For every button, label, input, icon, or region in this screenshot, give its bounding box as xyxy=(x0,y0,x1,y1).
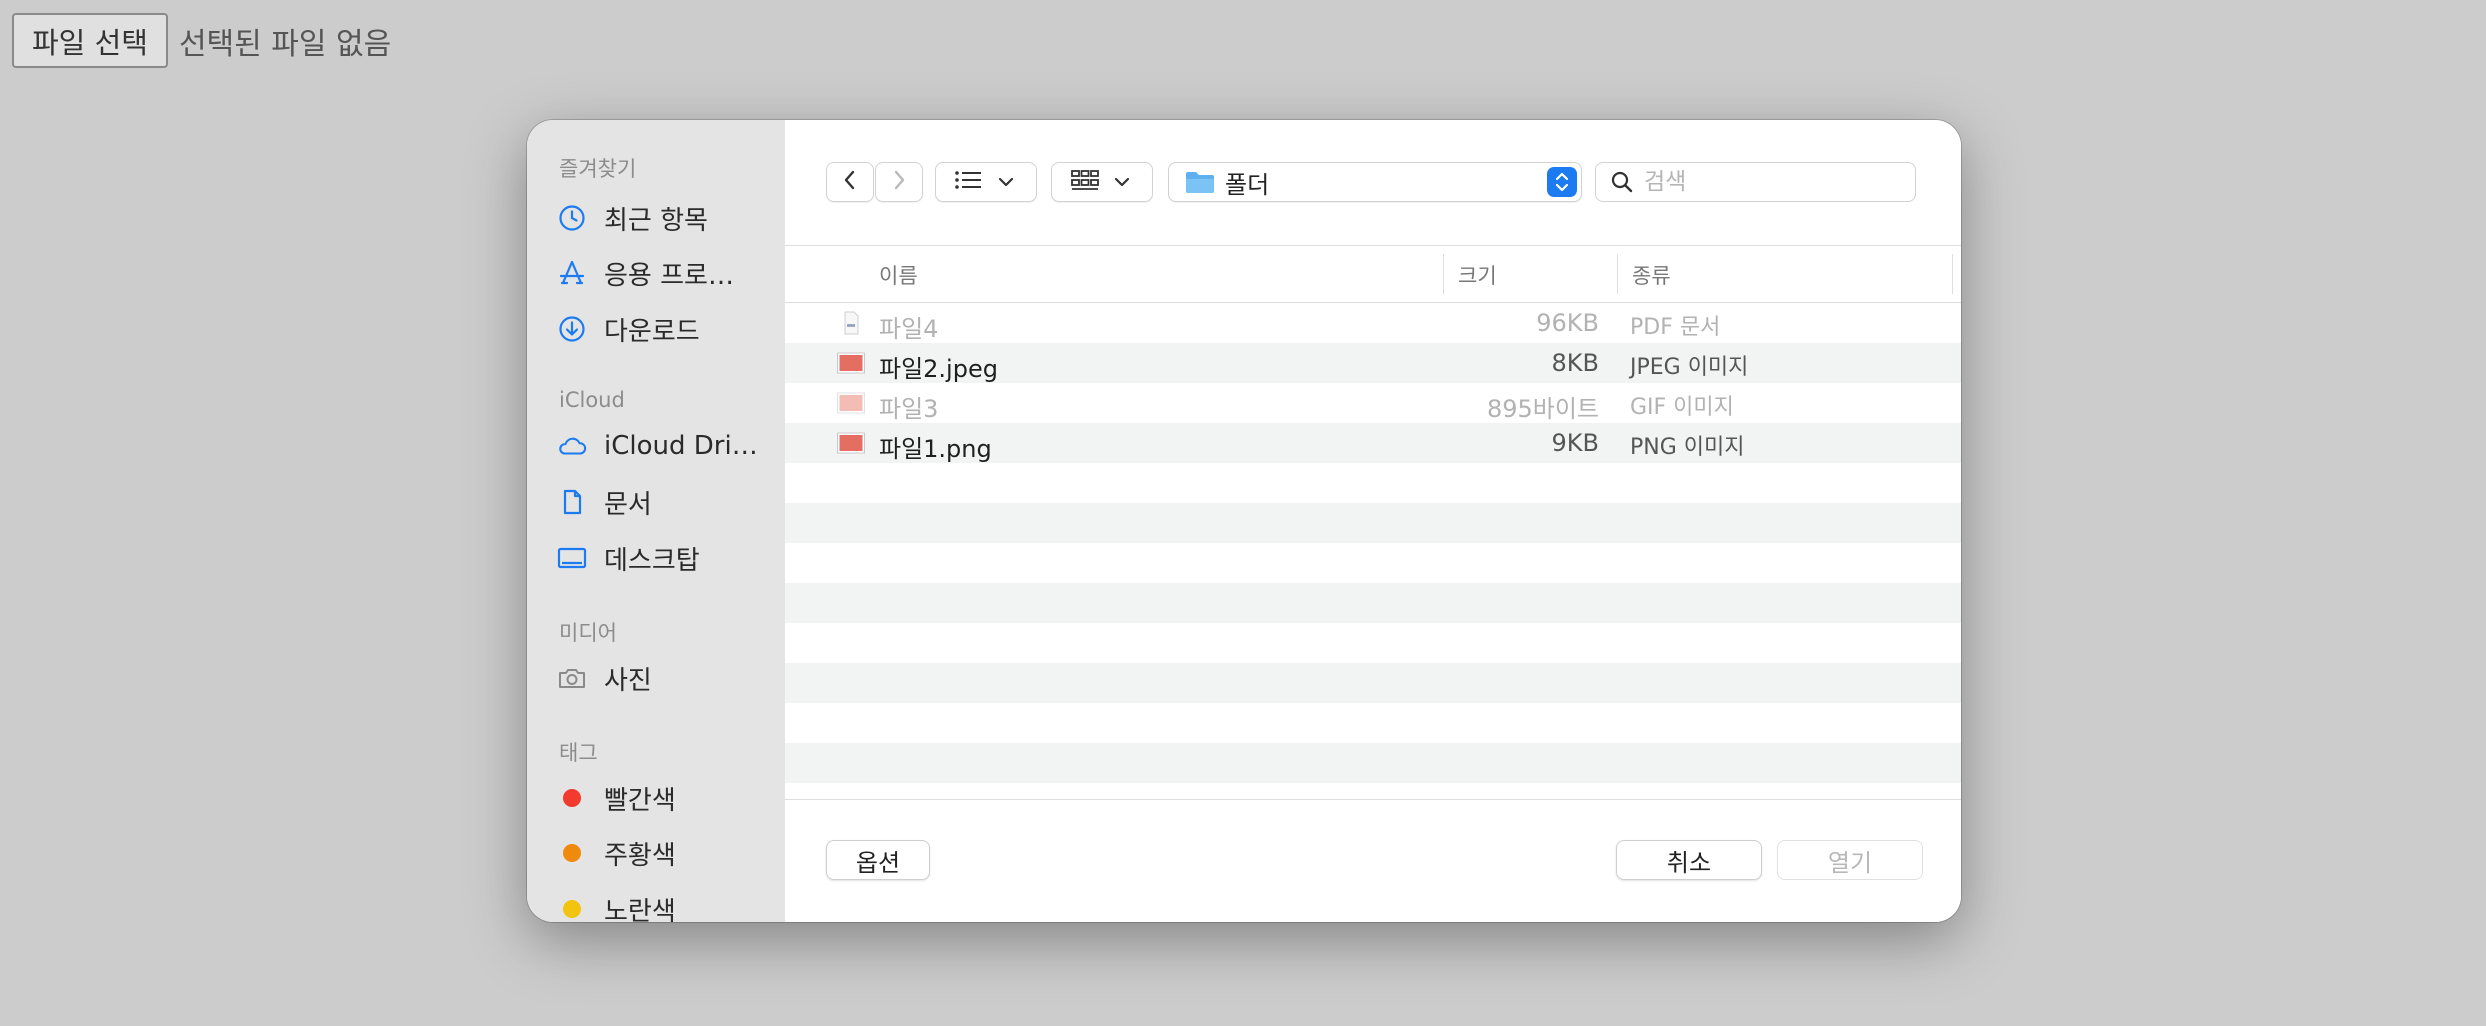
column-header: 이름 크기 종류 xyxy=(785,246,1961,303)
image-file-icon xyxy=(837,391,865,415)
file-size: 9KB xyxy=(1551,429,1599,457)
empty-row xyxy=(785,583,1961,623)
no-file-selected-text: 선택된 파일 없음 xyxy=(178,26,392,62)
dialog-footer: 옵션 취소 열기 xyxy=(785,799,1961,922)
sidebar-tag-orange[interactable]: 주황색 xyxy=(557,830,676,876)
file-name: 파일4 xyxy=(879,315,939,343)
file-list: 이름 크기 종류 파일4 96KB PDF 문서 파일2.jpeg 8KB JP… xyxy=(785,245,1961,801)
file-size: 96KB xyxy=(1536,309,1599,337)
sidebar-item-label: 노란색 xyxy=(604,896,676,923)
sidebar-item-label: 빨간색 xyxy=(604,785,676,816)
empty-row xyxy=(785,663,1961,703)
file-kind: PDF 문서 xyxy=(1630,315,1721,340)
file-kind: JPEG 이미지 xyxy=(1630,355,1749,380)
column-kind-header[interactable]: 종류 xyxy=(1632,260,1671,290)
list-view-icon xyxy=(954,169,984,195)
sidebar-item-label: 주황색 xyxy=(604,840,676,871)
sidebar-section-media: 미디어 xyxy=(559,621,617,645)
chevron-down-icon xyxy=(1114,173,1130,192)
sidebar-item-label: 응용 프로… xyxy=(604,260,734,291)
sidebar-item-label: 데스크탑 xyxy=(604,545,700,576)
document-icon xyxy=(557,487,587,517)
file-kind: PNG 이미지 xyxy=(1630,435,1745,460)
group-view-menu-button[interactable] xyxy=(1051,162,1153,202)
sidebar-item-documents[interactable]: 문서 xyxy=(557,479,652,525)
search-input[interactable] xyxy=(1642,168,1886,196)
sidebar-section-favorites: 즐겨찾기 xyxy=(559,157,637,181)
cancel-button[interactable]: 취소 xyxy=(1616,840,1762,880)
sidebar-item-recents[interactable]: 최근 항목 xyxy=(557,195,708,241)
file-row-disabled: 파일3 895바이트 GIF 이미지 xyxy=(785,383,1961,423)
popup-stepper-icon xyxy=(1547,167,1577,197)
column-divider[interactable] xyxy=(1443,254,1444,294)
chevron-right-icon xyxy=(891,168,907,196)
folder-icon xyxy=(1185,169,1215,195)
chevron-down-icon xyxy=(998,173,1014,192)
back-button[interactable] xyxy=(826,162,874,202)
file-name: 파일3 xyxy=(879,395,939,423)
grid-view-icon xyxy=(1070,168,1100,196)
sidebar-tag-red[interactable]: 빨간색 xyxy=(557,775,676,821)
file-input: 파일 선택 선택된 파일 없음 xyxy=(12,12,391,69)
applications-icon xyxy=(557,258,587,288)
options-button[interactable]: 옵션 xyxy=(826,840,930,880)
clock-icon xyxy=(557,203,587,233)
column-divider[interactable] xyxy=(1952,254,1953,294)
open-button[interactable]: 열기 xyxy=(1777,840,1923,880)
chevron-left-icon xyxy=(842,168,858,196)
yellow-tag-dot-icon xyxy=(557,894,587,922)
empty-row xyxy=(785,623,1961,663)
sidebar-item-icloud-drive[interactable]: iCloud Dri… xyxy=(557,423,758,469)
sidebar-item-label: iCloud Dri… xyxy=(604,431,758,461)
file-row-disabled: 파일4 96KB PDF 문서 xyxy=(785,303,1961,343)
column-divider[interactable] xyxy=(1617,254,1618,294)
empty-row xyxy=(785,743,1961,783)
sidebar-item-desktop[interactable]: 데스크탑 xyxy=(557,535,700,581)
red-tag-dot-icon xyxy=(557,783,587,813)
file-open-dialog: 즐겨찾기 최근 항목 응용 프로… 다운로드 iCloud iCloud Dri… xyxy=(527,120,1961,922)
search-field[interactable] xyxy=(1595,162,1916,202)
download-icon xyxy=(557,314,587,344)
file-row[interactable]: 파일2.jpeg 8KB JPEG 이미지 xyxy=(785,343,1961,383)
empty-row xyxy=(785,703,1961,743)
file-rows: 파일4 96KB PDF 문서 파일2.jpeg 8KB JPEG 이미지 파일… xyxy=(785,303,1961,783)
file-kind: GIF 이미지 xyxy=(1630,395,1734,420)
folder-name: 폴더 xyxy=(1225,170,1270,199)
column-name-header[interactable]: 이름 xyxy=(879,260,918,290)
sidebar-item-applications[interactable]: 응용 프로… xyxy=(557,250,734,296)
empty-row xyxy=(785,543,1961,583)
sidebar: 즐겨찾기 최근 항목 응용 프로… 다운로드 iCloud iCloud Dri… xyxy=(527,120,786,922)
file-size: 895바이트 xyxy=(1486,395,1599,423)
camera-icon xyxy=(557,663,587,693)
sidebar-item-downloads[interactable]: 다운로드 xyxy=(557,306,700,352)
sidebar-section-tags: 태그 xyxy=(559,741,598,765)
desktop-icon xyxy=(557,543,587,573)
forward-button[interactable] xyxy=(875,162,923,202)
sidebar-section-icloud: iCloud xyxy=(559,388,625,412)
pdf-file-icon xyxy=(837,311,865,335)
sidebar-tag-yellow[interactable]: 노란색 xyxy=(557,886,676,922)
choose-file-button[interactable]: 파일 선택 xyxy=(12,13,168,68)
folder-path-popup[interactable]: 폴더 xyxy=(1168,162,1582,202)
image-file-icon xyxy=(837,431,865,455)
list-view-menu-button[interactable] xyxy=(935,162,1037,202)
orange-tag-dot-icon xyxy=(557,838,587,868)
sidebar-item-photos[interactable]: 사진 xyxy=(557,655,652,701)
empty-row xyxy=(785,463,1961,503)
search-icon xyxy=(1610,170,1634,194)
file-row[interactable]: 파일1.png 9KB PNG 이미지 xyxy=(785,423,1961,463)
file-size: 8KB xyxy=(1551,349,1599,377)
file-name: 파일1.png xyxy=(879,435,992,463)
column-size-header[interactable]: 크기 xyxy=(1458,260,1497,290)
cloud-icon xyxy=(557,431,587,461)
empty-row xyxy=(785,503,1961,543)
sidebar-item-label: 사진 xyxy=(604,665,652,696)
file-browser-main: 폴더 이름 크기 종류 xyxy=(785,120,1961,922)
sidebar-item-label: 문서 xyxy=(604,489,652,520)
sidebar-item-label: 다운로드 xyxy=(604,316,700,347)
file-name: 파일2.jpeg xyxy=(879,355,998,383)
image-file-icon xyxy=(837,351,865,375)
sidebar-item-label: 최근 항목 xyxy=(604,205,708,236)
